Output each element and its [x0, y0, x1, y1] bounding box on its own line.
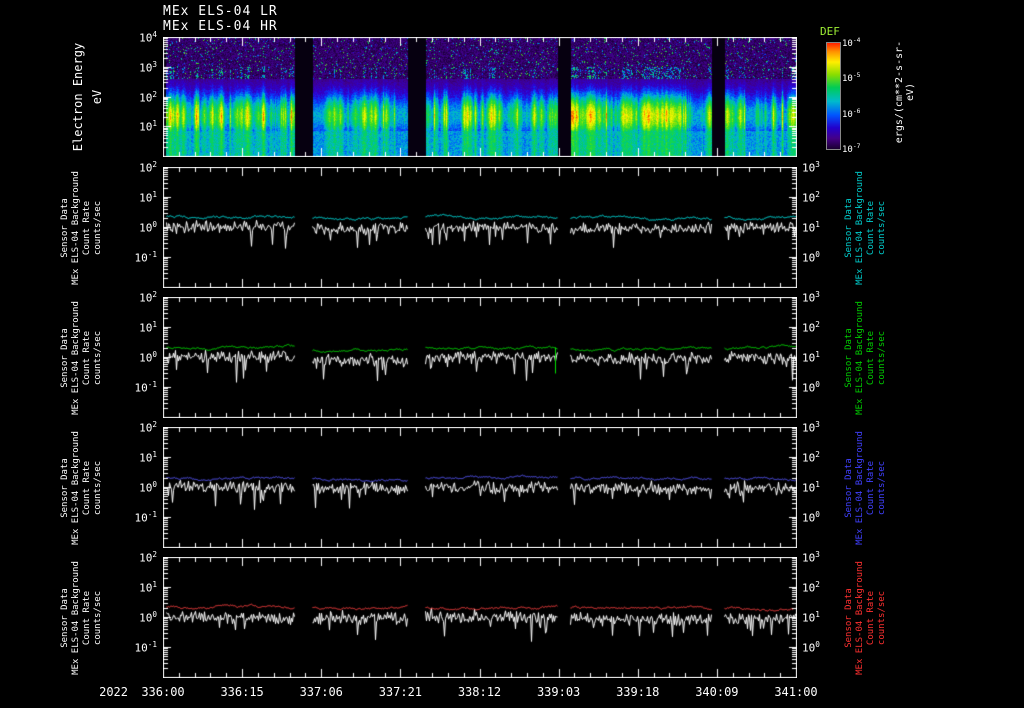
right-axis-tick-label: 103 [802, 420, 820, 435]
colorbar-tick-label: 10-7 [842, 143, 861, 155]
right-axis-tick-label: 102 [802, 580, 820, 595]
spectrogram-y-tick-label: 104 [139, 30, 157, 45]
left-axis-tick-label: 10-1 [134, 380, 157, 395]
x-axis-tick-label: 339:18 [616, 685, 660, 699]
colorbar-tick-label: 10-5 [842, 72, 861, 85]
right-axis-tick-label: 100 [802, 380, 820, 395]
panel-left-axis-title: Sensor Data MEx ELS-04 Background Count … [60, 170, 103, 285]
left-axis-tick-label: 10-1 [134, 640, 157, 655]
left-axis-tick-label: 102 [139, 420, 157, 435]
colorbar-tick-label: 10-4 [842, 37, 861, 49]
panel-right-axis-title: Sensor Data MEx ELS-04 Background Count … [844, 300, 887, 415]
count-rate-panel-cyan [163, 167, 797, 288]
electron-energy-spectrogram [163, 37, 797, 157]
spectrogram-summary-plot: MEx ELS-04 LR MEx ELS-04 HR Electron Ene… [0, 0, 1024, 708]
right-axis-tick-label: 102 [802, 320, 820, 335]
plot-title-line1: MEx ELS-04 LR [163, 4, 278, 19]
right-axis-tick-label: 102 [802, 450, 820, 465]
spectrogram-y-tick-label: 102 [139, 89, 157, 105]
left-axis-tick-label: 100 [139, 610, 157, 625]
colorbar-units-label: ergs/(cm**2-s-sr-eV) [894, 40, 916, 144]
x-axis-tick-label: 339:03 [536, 685, 581, 699]
x-axis-tick-label: 341:00 [774, 685, 818, 699]
panel-right-axis-title: Sensor Data MEx ELS-04 Background Count … [844, 430, 887, 545]
left-axis-tick-label: 102 [139, 290, 157, 305]
right-axis-tick-label: 103 [802, 550, 820, 565]
right-axis-tick-label: 101 [802, 350, 820, 365]
colorbar [826, 42, 841, 150]
x-axis-tick-label: 340:09 [695, 685, 739, 699]
right-axis-tick-label: 102 [802, 190, 820, 205]
left-axis-tick-label: 10-1 [134, 250, 157, 265]
spectrogram-y-axis-title: Electron Energy eV [71, 42, 104, 152]
panel-left-axis-title: Sensor Data MEx ELS-04 Background Count … [60, 300, 103, 415]
right-axis-tick-label: 103 [802, 290, 820, 305]
left-axis-tick-label: 102 [139, 550, 157, 565]
spectrogram-y-tick-label: 103 [139, 59, 157, 75]
right-axis-tick-label: 101 [802, 610, 820, 625]
count-rate-panel-red [163, 557, 797, 678]
right-axis-tick-label: 100 [802, 510, 820, 525]
panel-right-axis-title: Sensor Data MEx ELS-04 Background Count … [844, 170, 887, 285]
count-rate-panel-green [163, 297, 797, 418]
x-axis-tick-label: 336:15 [220, 685, 264, 699]
right-axis-tick-label: 101 [802, 220, 820, 235]
panel-left-axis-title: Sensor Data MEx ELS-04 Background Count … [60, 430, 103, 545]
colorbar-title: DEF [820, 25, 840, 38]
x-axis-tick-label: 336:00 [141, 685, 185, 699]
left-axis-tick-label: 101 [139, 190, 157, 205]
right-axis-tick-label: 101 [802, 480, 820, 495]
left-axis-tick-label: 100 [139, 220, 157, 235]
x-axis-tick-label: 337:21 [378, 685, 423, 699]
plot-title-line2: MEx ELS-04 HR [163, 19, 278, 34]
spectrogram-y-tick-label: 101 [139, 119, 157, 134]
left-axis-tick-label: 10-1 [134, 510, 157, 525]
colorbar-tick-label: 10-6 [842, 107, 861, 120]
x-axis-tick-label: 338:12 [457, 685, 502, 699]
count-rate-panel-blue [163, 427, 797, 548]
right-axis-tick-label: 100 [802, 250, 820, 265]
left-axis-tick-label: 101 [139, 450, 157, 465]
x-axis-tick-label: 337:06 [299, 685, 343, 699]
left-axis-tick-label: 101 [139, 320, 157, 335]
right-axis-tick-label: 103 [802, 160, 820, 175]
panel-left-axis-title: Sensor Data MEx ELS-04 Background Count … [60, 560, 103, 675]
panel-right-axis-title: Sensor Data MEx ELS-04 Background Count … [844, 560, 887, 675]
right-axis-tick-label: 100 [802, 640, 820, 655]
x-axis-year-label: 2022 [99, 685, 128, 699]
left-axis-tick-label: 101 [139, 580, 157, 595]
left-axis-tick-label: 102 [139, 160, 157, 175]
left-axis-tick-label: 100 [139, 480, 157, 495]
left-axis-tick-label: 100 [139, 350, 157, 365]
